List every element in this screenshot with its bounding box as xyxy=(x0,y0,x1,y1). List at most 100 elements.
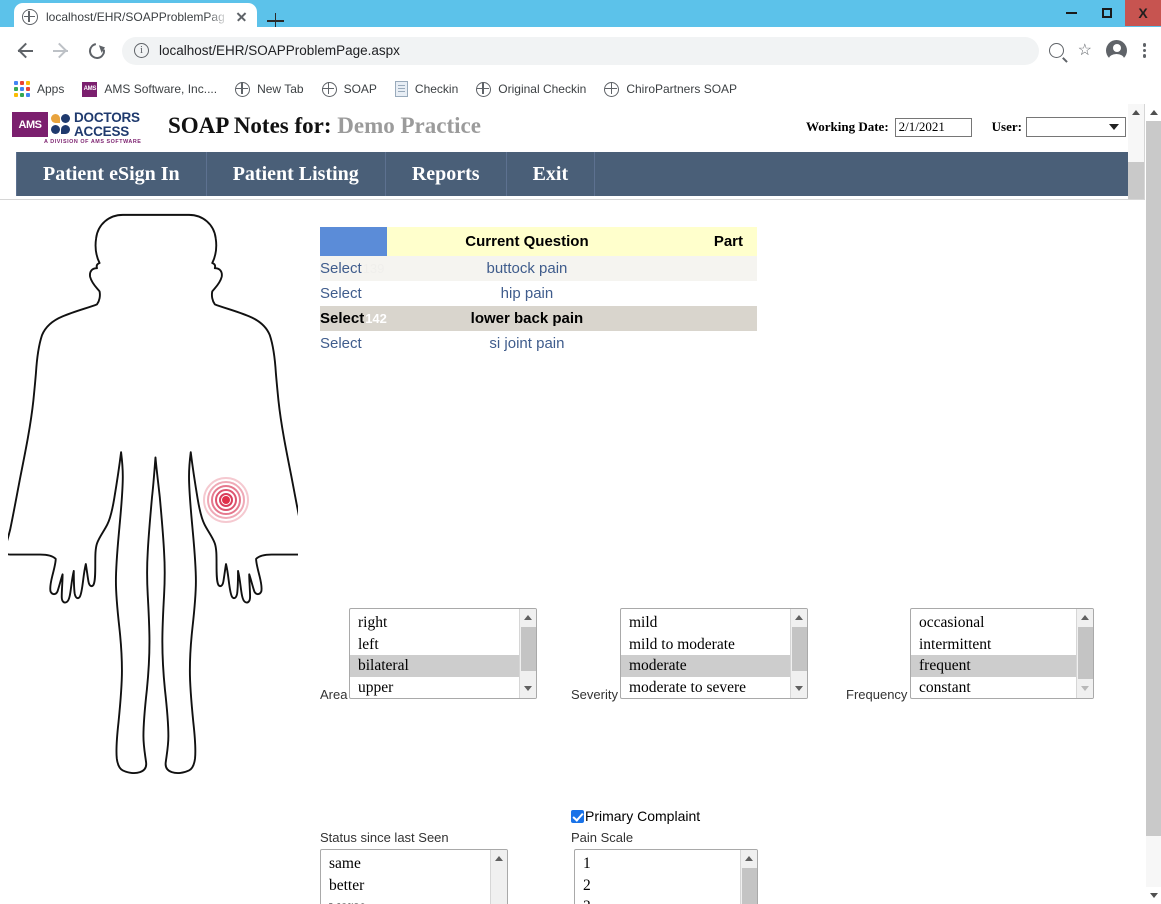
bookmark-checkin[interactable]: Checkin xyxy=(394,81,458,97)
nav-item-reports[interactable]: Reports xyxy=(386,152,507,196)
scroll-up-button[interactable] xyxy=(520,610,536,626)
status-option[interactable]: better xyxy=(321,875,490,897)
status-scrollbar[interactable] xyxy=(490,850,507,904)
pain-scale-option[interactable]: 2 xyxy=(575,875,740,897)
row-select-cell[interactable]: Select139 xyxy=(320,256,387,281)
pain-marker[interactable] xyxy=(202,476,250,524)
status-option[interactable]: worse xyxy=(321,896,490,904)
status-caption: Status since last Seen xyxy=(320,830,449,845)
row-select-cell[interactable]: Select xyxy=(320,281,387,306)
frequency-scrollbar[interactable] xyxy=(1076,609,1093,698)
info-icon[interactable] xyxy=(134,42,149,58)
severity-listbox[interactable]: mild mild to moderate moderate moderate … xyxy=(620,608,808,699)
bookmark-soap[interactable]: SOAP xyxy=(321,81,377,97)
frequency-option[interactable]: constant xyxy=(911,677,1076,699)
minimize-button[interactable] xyxy=(1053,0,1089,26)
primary-complaint-checkbox[interactable] xyxy=(571,809,584,823)
row-select-cell[interactable]: Select xyxy=(320,331,387,356)
page-scrollbar[interactable] xyxy=(1145,104,1161,904)
close-icon[interactable] xyxy=(233,9,249,25)
severity-scrollbar[interactable] xyxy=(790,609,807,698)
nav-item-patient-listing[interactable]: Patient Listing xyxy=(207,152,386,196)
header-frame-scrollbar[interactable] xyxy=(1128,104,1144,199)
scroll-up-button[interactable] xyxy=(1077,610,1093,626)
working-date-input[interactable] xyxy=(894,117,972,137)
bookmark-original-checkin[interactable]: Original Checkin xyxy=(476,81,586,97)
frequency-listbox[interactable]: occasional intermittent frequent constan… xyxy=(910,608,1094,699)
severity-option[interactable]: mild xyxy=(621,612,790,634)
table-row-selected[interactable]: Select142 lower back pain xyxy=(320,306,757,331)
area-listbox[interactable]: right left bilateral upper xyxy=(349,608,537,699)
scroll-down-button[interactable] xyxy=(1146,887,1161,904)
scroll-down-button[interactable] xyxy=(1077,681,1093,697)
scroll-up-button[interactable] xyxy=(491,851,507,867)
scroll-down-button[interactable] xyxy=(520,681,536,697)
scroll-up-button[interactable] xyxy=(1128,104,1144,121)
bookmark-apps[interactable]: Apps xyxy=(14,81,64,97)
scrollbar-thumb[interactable] xyxy=(1128,162,1144,199)
row-select-cell[interactable]: Select142 xyxy=(320,306,387,331)
bookmark-new-tab[interactable]: New Tab xyxy=(235,81,304,97)
area-scrollbar[interactable] xyxy=(519,609,536,698)
scroll-up-button[interactable] xyxy=(741,851,757,867)
close-window-button[interactable]: X xyxy=(1125,0,1161,26)
row-question: hip pain xyxy=(500,285,554,302)
status-option[interactable]: same xyxy=(321,853,490,875)
bookmark-star-icon[interactable]: ☆ xyxy=(1078,42,1092,59)
frequency-option-selected[interactable]: frequent xyxy=(911,655,1076,677)
row-part xyxy=(667,306,757,331)
scroll-up-button[interactable] xyxy=(791,610,807,626)
close-icon: X xyxy=(1138,5,1148,21)
table-header-row: Current Question Part xyxy=(320,227,757,256)
address-bar[interactable]: localhost/EHR/SOAPProblemPage.aspx xyxy=(122,36,1039,65)
select-link[interactable]: Select xyxy=(320,285,362,302)
table-row[interactable]: Select si joint pain xyxy=(320,331,757,356)
frequency-option[interactable]: occasional xyxy=(911,612,1076,634)
scrollbar-thumb[interactable] xyxy=(521,627,536,671)
user-select[interactable] xyxy=(1026,117,1126,137)
scrollbar-track[interactable] xyxy=(1146,121,1161,887)
select-link[interactable]: Select xyxy=(320,310,364,327)
status-listbox[interactable]: same better worse xyxy=(320,849,508,904)
reload-button[interactable] xyxy=(85,39,109,62)
bookmark-chiropartners-soap[interactable]: ChiroPartners SOAP xyxy=(604,81,737,97)
pain-scale-option[interactable]: 1 xyxy=(575,853,740,875)
pain-scale-scrollbar[interactable] xyxy=(740,850,757,904)
primary-complaint-row[interactable]: Primary Complaint xyxy=(571,808,700,824)
app-header-top: AMS DOCTORS ACCESS A DIVISION OF AMS SOF… xyxy=(0,104,1144,152)
select-link[interactable]: Select xyxy=(320,260,362,277)
nav-item-patient-esign-in[interactable]: Patient eSign In xyxy=(16,152,207,196)
pain-scale-options: 1 2 3 4 xyxy=(575,850,740,904)
severity-options: mild mild to moderate moderate moderate … xyxy=(621,609,790,698)
back-button[interactable] xyxy=(14,40,36,62)
pain-scale-option[interactable]: 3 xyxy=(575,896,740,904)
severity-option-selected[interactable]: moderate xyxy=(621,655,790,677)
avatar[interactable] xyxy=(1106,40,1127,63)
pain-scale-listbox[interactable]: 1 2 3 4 xyxy=(574,849,758,904)
table-row[interactable]: Select hip pain xyxy=(320,281,757,306)
scrollbar-thumb[interactable] xyxy=(1146,121,1161,836)
chrome-menu-icon[interactable] xyxy=(1143,41,1147,60)
apps-grid-icon xyxy=(14,81,30,97)
triangle-up-icon xyxy=(1081,615,1089,620)
forward-button[interactable] xyxy=(50,40,72,62)
area-option[interactable]: left xyxy=(350,634,519,656)
frequency-option[interactable]: intermittent xyxy=(911,634,1076,656)
maximize-button[interactable] xyxy=(1089,0,1125,26)
scrollbar-thumb[interactable] xyxy=(742,868,757,904)
scroll-up-button[interactable] xyxy=(1146,104,1161,121)
severity-option[interactable]: moderate to severe xyxy=(621,677,790,699)
nav-item-exit[interactable]: Exit xyxy=(507,152,596,196)
area-option[interactable]: right xyxy=(350,612,519,634)
table-row[interactable]: Select139 buttock pain xyxy=(320,256,757,281)
scrollbar-thumb[interactable] xyxy=(1078,627,1093,679)
select-link[interactable]: Select xyxy=(320,335,362,352)
scroll-down-button[interactable] xyxy=(791,681,807,697)
area-option-selected[interactable]: bilateral xyxy=(350,655,519,677)
scrollbar-thumb[interactable] xyxy=(792,627,807,671)
severity-option[interactable]: mild to moderate xyxy=(621,634,790,656)
search-icon[interactable] xyxy=(1048,43,1064,58)
area-option[interactable]: upper xyxy=(350,677,519,699)
bookmark-ams-software[interactable]: AMS AMS Software, Inc.... xyxy=(82,81,217,97)
body-diagram[interactable] xyxy=(3,208,308,888)
